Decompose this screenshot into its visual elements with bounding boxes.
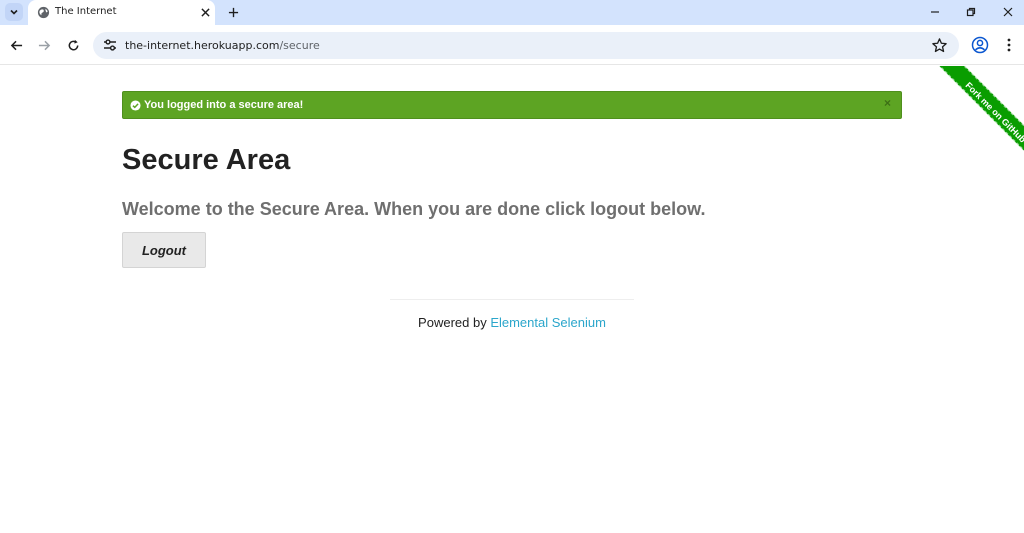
restore-button[interactable] (962, 4, 980, 20)
logout-button-label: Logout (141, 242, 187, 258)
url-domain: the-internet.herokuapp.com (125, 39, 280, 52)
restore-icon (966, 7, 976, 17)
ribbon-text: Fork me on GitHub (963, 80, 1024, 145)
elemental-selenium-link[interactable]: Elemental Selenium (490, 315, 606, 330)
page-title: Secure Area (122, 144, 291, 176)
url-path: /secure (279, 39, 320, 52)
reload-icon (68, 39, 78, 50)
close-icon (200, 7, 210, 17)
browser-toolbar: the-internet.herokuapp.com/secure (0, 25, 1024, 65)
browser-menu-button[interactable] (1000, 36, 1018, 54)
globe-icon (37, 6, 50, 19)
page-content: You logged into a secure area! × Secure … (0, 66, 1024, 533)
footer-divider (390, 299, 634, 300)
address-bar[interactable]: the-internet.herokuapp.com/secure (93, 32, 959, 59)
forward-button[interactable] (35, 36, 53, 54)
page-subheading: Welcome to the Secure Area. When you are… (122, 199, 706, 219)
site-settings-icon[interactable] (103, 38, 117, 52)
arrow-left-icon (10, 40, 22, 50)
check-circle-icon (130, 100, 141, 111)
url-text[interactable]: the-internet.herokuapp.com/secure (125, 39, 320, 52)
new-tab-button[interactable] (224, 3, 242, 21)
minimize-button[interactable] (926, 4, 944, 20)
flash-success: You logged into a secure area! × (122, 91, 902, 119)
reload-button[interactable] (64, 36, 82, 54)
browser-titlebar: The Internet (0, 0, 1024, 25)
tab-title: The Internet (55, 6, 117, 17)
plus-icon (228, 7, 238, 17)
minimize-icon (931, 11, 939, 13)
bookmark-star-icon[interactable] (931, 37, 948, 54)
browser-tab[interactable]: The Internet (28, 0, 215, 25)
footer-prefix: Powered by (418, 315, 491, 330)
profile-icon[interactable] (971, 36, 989, 54)
fork-me-ribbon[interactable]: Fork me on GitHub (930, 66, 1024, 176)
flash-message: You logged into a secure area! (144, 99, 304, 111)
tab-close-button[interactable] (197, 4, 213, 20)
tab-search-button[interactable] (5, 3, 23, 21)
close-icon (1003, 7, 1013, 17)
back-button[interactable] (7, 36, 25, 54)
window-close-button[interactable] (999, 4, 1017, 20)
flash-close-button[interactable]: × (884, 96, 891, 110)
logout-button[interactable]: Logout (122, 232, 206, 268)
arrow-right-icon (38, 40, 50, 50)
github-ribbon: Fork me on GitHub (914, 66, 1024, 176)
more-vertical-icon (1007, 38, 1011, 52)
footer: Powered by Elemental Selenium (0, 315, 1024, 330)
chevron-down-icon (10, 9, 18, 15)
